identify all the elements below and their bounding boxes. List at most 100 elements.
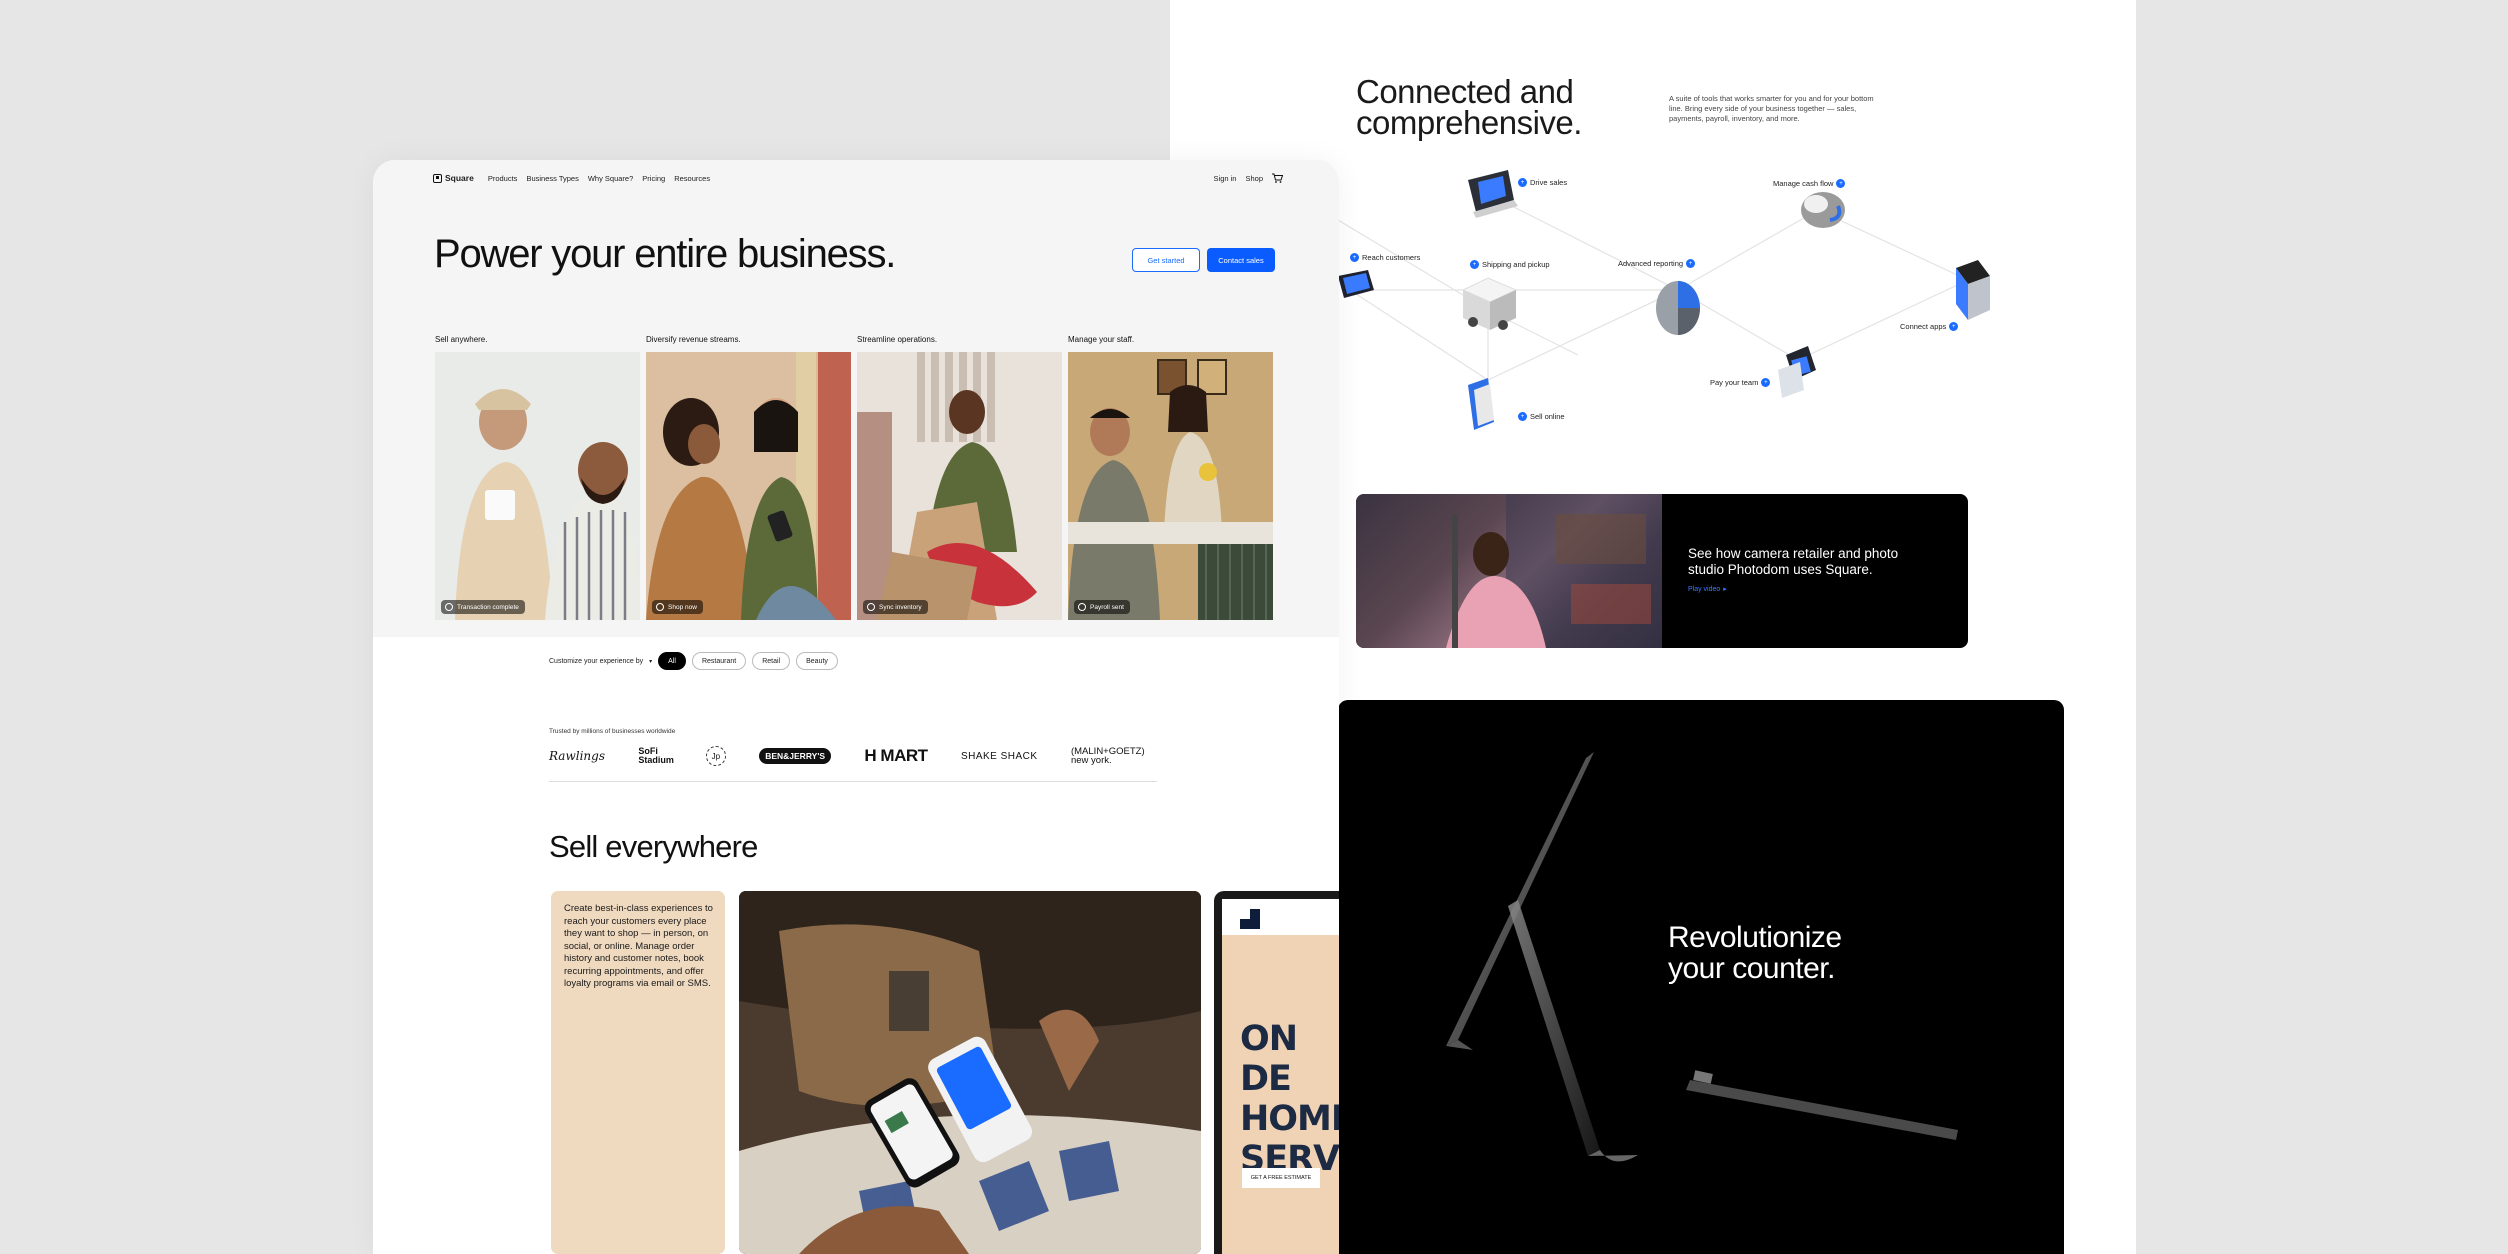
video-card-text: See how camera retailer and photo studio… bbox=[1688, 546, 1899, 577]
diagram-label-drive-sales: + Drive sales bbox=[1518, 178, 1567, 187]
feature-caption: Streamline operations. bbox=[857, 335, 938, 344]
connected-title: Connected and comprehensive. bbox=[1356, 73, 1582, 141]
apps-object bbox=[1956, 260, 1990, 320]
customize-label: Customize your experience by bbox=[549, 657, 644, 665]
pill-beauty[interactable]: Beauty bbox=[796, 652, 838, 670]
delivery-box bbox=[1461, 277, 1518, 330]
plus-icon: + bbox=[1518, 412, 1527, 421]
plus-icon: + bbox=[1350, 253, 1359, 262]
browser-window: Square Products Business Types Why Squar… bbox=[373, 160, 1339, 1254]
sell-description-card: Create best-in-class experiences to reac… bbox=[551, 891, 725, 1254]
feature-caption: Manage your staff. bbox=[1068, 335, 1135, 344]
pill-retail[interactable]: Retail bbox=[752, 652, 791, 670]
sign-in-link[interactable]: Sign in bbox=[1214, 174, 1237, 183]
contact-sales-button[interactable]: Contact sales bbox=[1207, 248, 1275, 272]
tap-to-pay-photo bbox=[739, 891, 1201, 1254]
brand-logos: Rawlings SoFi Stadium Jp BEN&JERRY'S H M… bbox=[549, 744, 1157, 768]
diagram-lines bbox=[1338, 170, 1990, 430]
divider bbox=[549, 781, 1157, 782]
square-logo[interactable]: Square bbox=[433, 173, 474, 183]
hero-title: Power your entire business. bbox=[434, 232, 896, 276]
brand-mark-icon bbox=[1240, 909, 1260, 929]
status-badge: Payroll sent bbox=[1074, 600, 1130, 614]
pill-restaurant[interactable]: Restaurant bbox=[691, 652, 747, 670]
phone-device bbox=[1338, 270, 1374, 298]
feature-photo: Sync inventory bbox=[857, 352, 1062, 620]
shoppers-illustration bbox=[646, 352, 851, 620]
brand-logo: (MALIN+GOETZ) new york. bbox=[1070, 746, 1145, 766]
counter-card: Revolutionize your counter. bbox=[1338, 700, 2064, 1254]
nav-why-square[interactable]: Why Square? bbox=[588, 174, 633, 183]
terminal-device bbox=[1468, 170, 1518, 218]
plus-icon: + bbox=[1686, 259, 1696, 268]
diagram-label-connect-apps: Connect apps + bbox=[1900, 322, 1959, 331]
feature-photo: Shop now bbox=[646, 352, 851, 620]
check-icon bbox=[445, 603, 453, 611]
photographer-illustration bbox=[1446, 494, 1662, 648]
payroll-icon bbox=[1078, 603, 1086, 611]
shop-link[interactable]: Shop bbox=[1245, 174, 1263, 183]
feature-caption: Sell anywhere. bbox=[435, 335, 488, 344]
feature-photo: Payroll sent bbox=[1068, 352, 1273, 620]
tablet-headline: ON DE HOME SERV bbox=[1240, 1019, 1339, 1179]
cashflow-object bbox=[1801, 192, 1845, 228]
nav-resources[interactable]: Resources bbox=[674, 174, 710, 183]
square-logo-icon bbox=[433, 173, 442, 183]
cart-icon[interactable] bbox=[1272, 173, 1283, 183]
chevron-down-icon: ▾ bbox=[649, 658, 653, 665]
sell-description: Create best-in-class experiences to reac… bbox=[564, 903, 713, 989]
tap-to-pay-illustration bbox=[739, 891, 1201, 1254]
status-badge: Shop now bbox=[652, 600, 703, 614]
payroll-card bbox=[1778, 346, 1816, 398]
counter-title: Revolutionize your counter. bbox=[1668, 921, 1842, 985]
video-card[interactable]: See how camera retailer and photo studio… bbox=[1356, 494, 1968, 648]
feature-column-operations[interactable]: Streamline operations. Sync inventory bbox=[857, 335, 1062, 620]
feature-column-revenue[interactable]: Diversify revenue streams. Shop now bbox=[646, 335, 851, 620]
tablet-screen: ON DE HOME SERV GET A FREE ESTIMATE bbox=[1222, 899, 1339, 1254]
nav-business-types[interactable]: Business Types bbox=[526, 174, 578, 183]
plus-icon: + bbox=[1518, 178, 1527, 187]
get-started-button[interactable]: Get started bbox=[1132, 248, 1200, 272]
diagram-label-cash-flow: Manage cash flow + bbox=[1773, 179, 1846, 188]
brand-logo: Rawlings bbox=[549, 749, 605, 763]
diagram-label-pay-team: Pay your team + bbox=[1710, 378, 1771, 387]
trusted-label: Trusted by millions of businesses worldw… bbox=[549, 728, 676, 735]
status-badge: Transaction complete bbox=[441, 600, 525, 614]
free-estimate-button[interactable]: GET A FREE ESTIMATE bbox=[1242, 1168, 1320, 1188]
cafe-staff-illustration bbox=[1068, 352, 1273, 620]
feature-caption: Diversify revenue streams. bbox=[646, 335, 741, 344]
brand-logo: H MART bbox=[864, 746, 928, 765]
diagram-label-sell-online: + Sell online bbox=[1518, 412, 1565, 421]
sync-icon bbox=[867, 603, 875, 611]
diagram-label-shipping: + Shipping and pickup bbox=[1470, 260, 1550, 269]
brand-logo: Jp bbox=[705, 746, 726, 766]
pill-all[interactable]: All bbox=[658, 652, 686, 670]
diagram-label-reporting: Advanced reporting + bbox=[1618, 259, 1696, 268]
customize-bar: Customize your experience by ▾ All Resta… bbox=[549, 652, 838, 670]
feature-column-sell[interactable]: Sell anywhere. Transaction complete bbox=[435, 335, 640, 620]
reporting-chart bbox=[1656, 281, 1700, 335]
top-nav: Square Products Business Types Why Squar… bbox=[433, 169, 1283, 187]
brand-logo: SoFi Stadium bbox=[638, 746, 674, 765]
play-video-link[interactable]: Play video ▸ bbox=[1688, 585, 1727, 594]
tablet-header bbox=[1222, 899, 1339, 935]
diagram-label-reach-customers: + Reach customers bbox=[1350, 253, 1420, 262]
cart-check-icon bbox=[656, 603, 664, 611]
plus-icon: + bbox=[1470, 260, 1479, 269]
feature-column-staff[interactable]: Manage your staff. Payroll sent bbox=[1068, 335, 1273, 620]
sell-everywhere-title: Sell everywhere bbox=[549, 829, 758, 864]
skateboard-shop-illustration bbox=[857, 352, 1062, 620]
tablet-preview: ON DE HOME SERV GET A FREE ESTIMATE bbox=[1214, 891, 1339, 1254]
nav-products[interactable]: Products bbox=[488, 174, 518, 183]
status-badge: Sync inventory bbox=[863, 600, 928, 614]
video-thumbnail bbox=[1356, 494, 1662, 648]
brand-logo: BEN&JERRY'S bbox=[759, 748, 832, 764]
play-icon: ▸ bbox=[1723, 586, 1727, 593]
feature-photo: Transaction complete bbox=[435, 352, 640, 620]
online-store-tablet bbox=[1468, 378, 1494, 430]
plus-icon: + bbox=[1949, 322, 1959, 331]
brand-logo: SHAKE SHACK bbox=[960, 750, 1038, 762]
connected-description: A suite of tools that works smarter for … bbox=[1669, 94, 1874, 123]
barber-illustration bbox=[435, 352, 640, 620]
nav-pricing[interactable]: Pricing bbox=[642, 174, 665, 183]
